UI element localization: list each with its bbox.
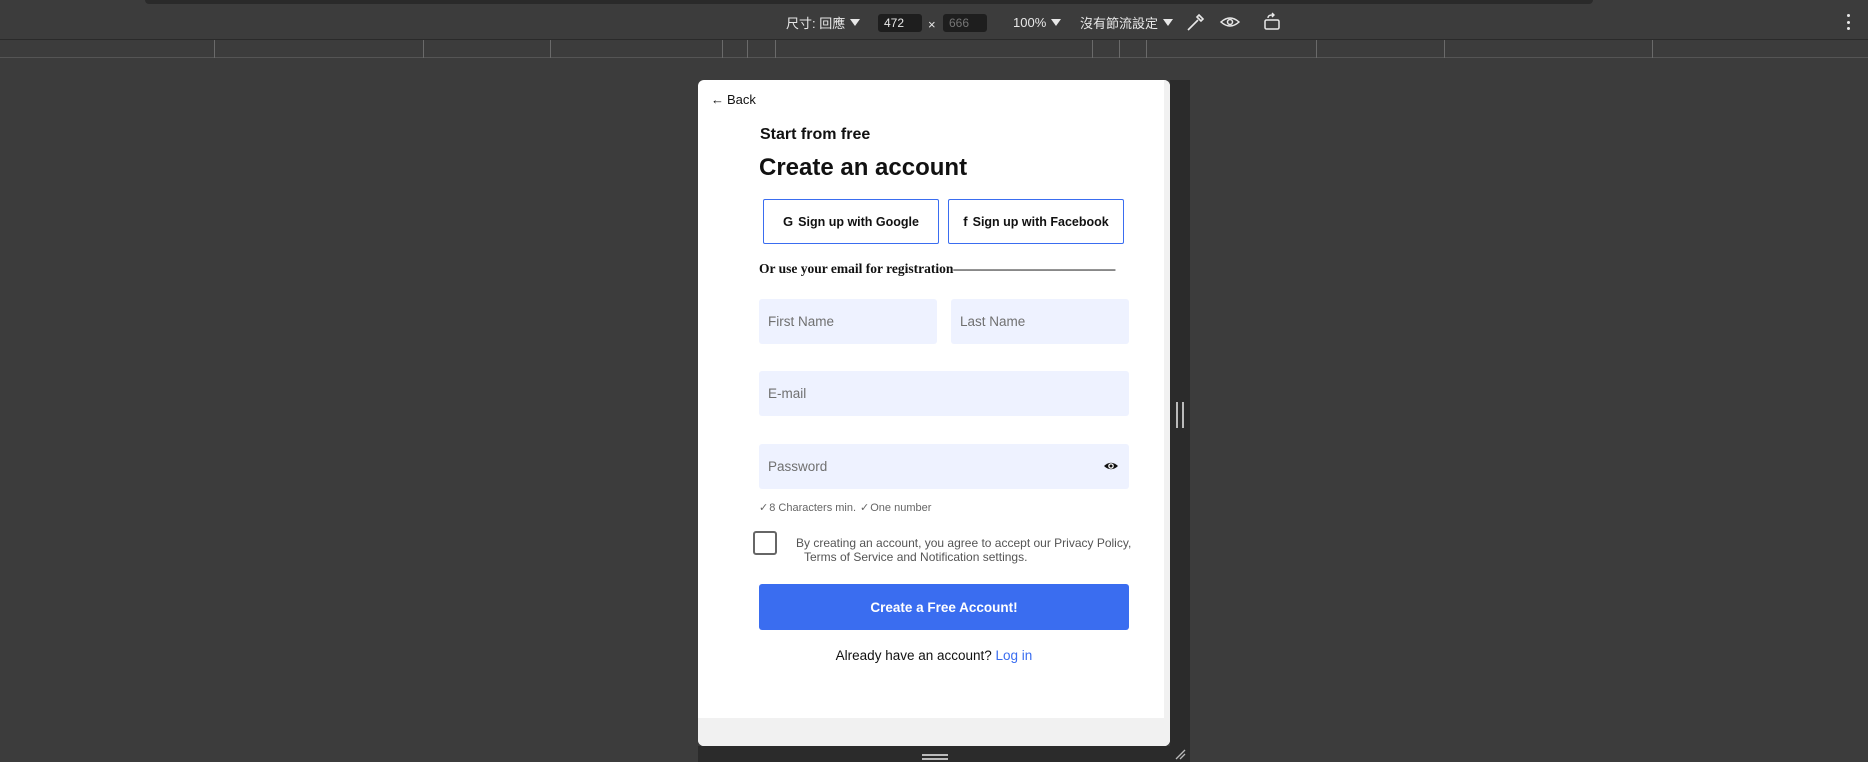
width-input[interactable] [878,14,922,32]
ruler-tick [1652,40,1653,58]
rule-chars-label: 8 Characters min. [769,502,857,514]
back-label: Back [727,92,756,107]
email-registration-divider: Or use your email for registration——————… [759,261,1116,276]
password-rules: ✓8 Characters min. ✓One number [759,501,931,514]
scroll-gutter [1164,80,1170,746]
times-sign: × [928,16,936,32]
login-prompt: Already have an account? Log in [698,648,1170,663]
device-viewport: ← Back Start from free Create an account… [698,80,1170,746]
chevron-down-icon [1163,18,1174,26]
login-link[interactable]: Log in [996,648,1033,663]
create-account-button[interactable]: Create a Free Account! [759,584,1129,630]
login-prompt-text: Already have an account? [835,648,996,663]
rule-number: ✓One number [860,501,931,514]
rotate-device-icon[interactable] [1262,12,1284,32]
terms-checkbox[interactable] [753,531,777,555]
height-input[interactable] [943,14,987,32]
throttle-value: 沒有節流設定 [1080,15,1159,31]
chevron-down-icon [850,18,861,26]
show-password-eye-icon[interactable] [1103,458,1119,474]
rule-chars: ✓8 Characters min. [759,501,856,514]
resize-corner-icon[interactable] [1174,748,1186,760]
zoom-value: 100% [1013,14,1047,30]
email-field[interactable] [759,371,1129,416]
password-field[interactable] [759,444,1129,489]
throttle-dropdown[interactable]: 沒有節流設定 [1080,12,1174,32]
ruler-tick [423,40,424,58]
devtools-toolbar: 尺寸: 回應 × 100% 沒有節流設定 [0,0,1868,40]
last-name-field[interactable] [951,299,1129,344]
dimensions-dropdown[interactable]: 尺寸: 回應 [786,12,861,32]
media-query-ruler [0,40,1868,58]
ruler-tick [214,40,215,58]
ruler-tick [1119,40,1120,58]
email-input[interactable] [768,386,1129,401]
resize-handle-bottom[interactable] [922,754,948,760]
ruler-tick [550,40,551,58]
first-name-input[interactable] [768,314,937,329]
eye-icon[interactable] [1219,12,1241,32]
ruler-tick [1444,40,1445,58]
rule-number-label: One number [870,502,932,514]
terms-text: By creating an account, you agree to acc… [796,536,1146,564]
ruler-tick [1146,40,1147,58]
color-picker-icon[interactable] [1185,12,1207,32]
back-link[interactable]: ← Back [711,92,756,107]
facebook-signup-label: Sign up with Facebook [972,214,1109,229]
google-signup-button[interactable]: G Sign up with Google [763,199,939,244]
google-signup-label: Sign up with Google [798,214,919,229]
terms-line-1: By creating an account, you agree to acc… [796,536,1132,550]
page-title: Create an account [759,154,968,181]
ruler-tick [775,40,776,58]
page-footer [698,718,1170,746]
checkmark-icon: ✓ [860,502,870,514]
checkmark-icon: ✓ [759,502,769,514]
page-subtitle: Start from free [760,126,871,143]
chevron-down-icon [1051,18,1062,26]
arrow-left-icon: ← [711,92,724,107]
facebook-signup-button[interactable]: f Sign up with Facebook [948,199,1124,244]
zoom-dropdown[interactable]: 100% [1013,12,1062,32]
dimensions-label: 尺寸: 回應 [786,15,846,31]
toolbar-top-strip [145,0,1593,4]
resize-handle-right[interactable] [1176,402,1184,428]
ruler-tick [1316,40,1317,58]
ruler-tick [722,40,723,58]
more-menu-icon[interactable] [1845,12,1851,32]
ruler-tick [1092,40,1093,58]
facebook-icon: f [963,214,968,229]
password-input[interactable] [768,459,1129,474]
first-name-field[interactable] [759,299,937,344]
google-icon: G [783,214,794,229]
ruler-tick [747,40,748,58]
last-name-input[interactable] [960,314,1129,329]
terms-line-2: Terms of Service and Notification settin… [804,550,1028,564]
